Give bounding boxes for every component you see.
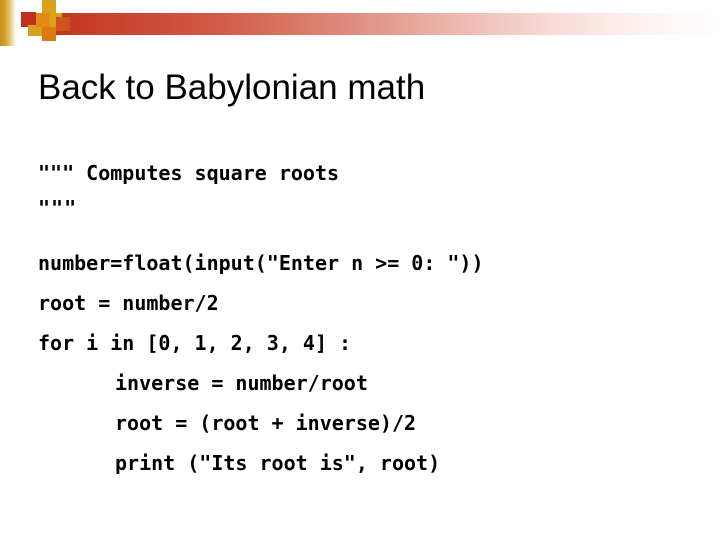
code-line-root-update: root = (root + inverse)/2 [115, 411, 417, 435]
decoration-red-bar [38, 13, 720, 35]
code-line-docstring-open: """ Computes square roots [38, 161, 340, 185]
page-title: Back to Babylonian math [38, 68, 426, 107]
code-line-for-loop: for i in [0, 1, 2, 3, 4] : [38, 331, 352, 355]
code-line-print: print ("Its root is", root) [115, 451, 441, 475]
code-line-root-init: root = number/2 [38, 291, 219, 315]
decoration-gold-strip [0, 0, 16, 46]
slide: Back to Babylonian math """ Computes squ… [0, 0, 720, 540]
header-decoration [0, 0, 720, 46]
code-line-inverse-assign: inverse = number/root [115, 371, 368, 395]
code-line-docstring-close: """ [38, 190, 698, 222]
decoration-square-orange-low [42, 27, 56, 41]
code-line-number-assign: number=float(input("Enter n >= 0: ")) [38, 251, 484, 275]
docstring-close-text: """ [38, 196, 78, 220]
decoration-square-orange-dark [56, 17, 70, 31]
code-block: """ Computes square roots """ number=flo… [38, 158, 698, 488]
decoration-square-orange [36, 13, 49, 27]
